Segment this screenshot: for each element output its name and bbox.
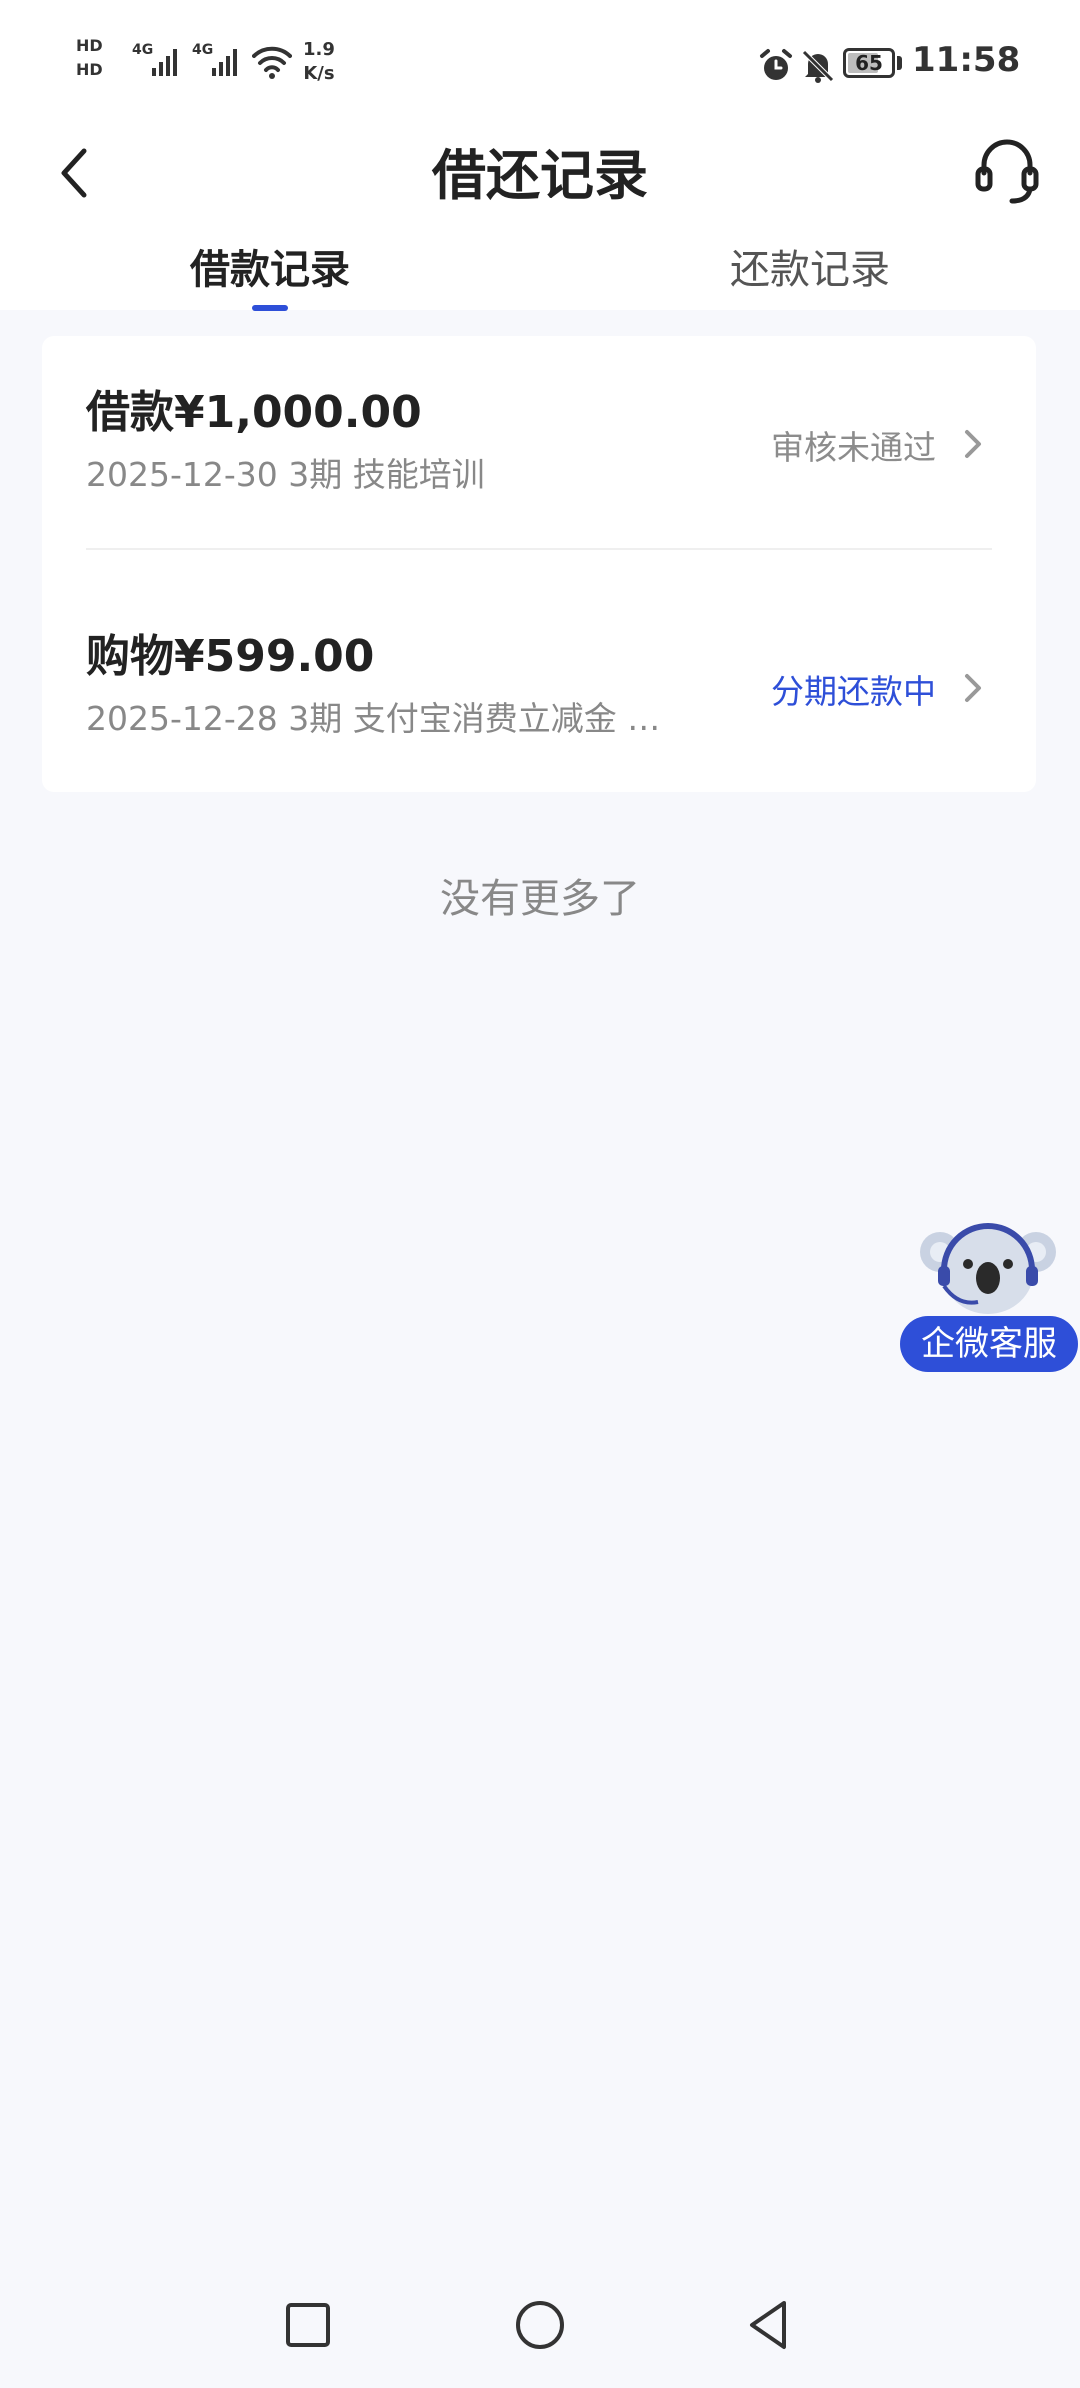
koala-mascot-icon: [920, 1223, 1056, 1314]
chevron-right-icon: [965, 430, 981, 458]
headset-icon: [975, 139, 1039, 204]
circle-icon: [516, 2301, 564, 2349]
chevron-right-icon: [965, 674, 981, 702]
header: 借还记录 借款记录 还款记录: [0, 125, 1080, 311]
hd1-label: HD: [76, 36, 103, 55]
speed-value: 1.9: [303, 39, 335, 60]
recent-apps-button[interactable]: [278, 2295, 338, 2355]
hd2-label: HD: [76, 60, 103, 79]
square-icon: [286, 2303, 330, 2347]
record-subtitle: 2025-12-30 3期 技能培训: [86, 455, 485, 494]
floating-service-button[interactable]: 企微客服: [898, 1216, 1080, 1376]
records-card: 借款¥1,000.00 2025-12-30 3期 技能培训 审核未通过 购物¥…: [42, 336, 1036, 792]
divider: [86, 548, 992, 550]
record-title: 借款¥1,000.00: [86, 387, 422, 438]
page-title: 借还记录: [432, 144, 648, 207]
mute-icon: [802, 50, 834, 83]
alarm-icon: [760, 49, 792, 80]
customer-service-button[interactable]: [972, 135, 1042, 207]
system-navigation-bar: [0, 2275, 1080, 2388]
network-speed: 1.9 K/s: [303, 38, 335, 86]
wifi-icon: [252, 46, 292, 79]
record-title: 购物¥599.00: [86, 631, 375, 682]
status-bar: HD HD 4G 4G 1.9 K/s 65 11:58: [0, 0, 1080, 125]
battery-level: 65: [855, 51, 883, 75]
list-item[interactable]: 借款¥1,000.00 2025-12-30 3期 技能培训 审核未通过: [42, 336, 1036, 550]
hd-indicator: HD HD: [76, 34, 124, 82]
status-badge: 审核未通过: [771, 428, 936, 467]
status-badge: 分期还款中: [771, 672, 936, 711]
tab-repayment-records[interactable]: 还款记录: [720, 237, 900, 295]
floating-service-label: 企微客服: [900, 1316, 1078, 1372]
signal-icon: [212, 46, 244, 76]
tab-loan-records[interactable]: 借款记录: [180, 237, 360, 295]
list-item[interactable]: 购物¥599.00 2025-12-28 3期 支付宝消费立减金 消... 分期…: [42, 580, 1036, 780]
sim2-network-label: 4G: [192, 42, 214, 58]
triangle-back-icon: [750, 2301, 786, 2349]
speed-unit: K/s: [303, 63, 335, 84]
signal-icon: [152, 46, 184, 76]
active-tab-indicator: [252, 305, 288, 311]
clock: 11:58: [912, 40, 1021, 80]
sim1-network-label: 4G: [132, 42, 154, 58]
list-end-text: 没有更多了: [440, 876, 640, 922]
battery-icon: 65: [843, 48, 895, 78]
system-back-button[interactable]: [740, 2295, 800, 2355]
home-button[interactable]: [510, 2295, 570, 2355]
battery-cap: [897, 56, 902, 70]
record-subtitle: 2025-12-28 3期 支付宝消费立减金 消...: [86, 699, 686, 738]
